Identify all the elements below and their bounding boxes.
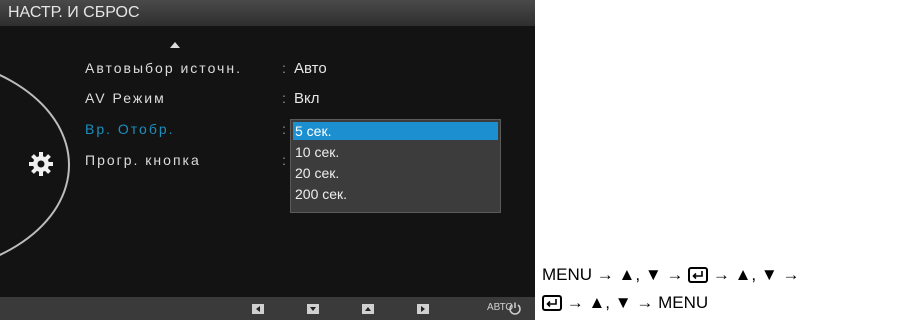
arrow-right-icon: → bbox=[782, 264, 800, 284]
menu-item-custom-key[interactable]: Прогр. кнопка bbox=[85, 152, 201, 168]
left-button-icon[interactable] bbox=[252, 304, 264, 314]
arrow-right-icon: → bbox=[596, 264, 614, 284]
dropdown-option[interactable]: 5 сек. bbox=[293, 122, 498, 140]
comma-separator: , bbox=[635, 264, 641, 284]
osd-menu: НАСТР. И СБРОС Автовыбор источн. : Авто … bbox=[0, 0, 535, 320]
gear-icon bbox=[29, 152, 53, 176]
instruction-line-2: → ▲, ▼ → MENU bbox=[542, 292, 708, 313]
arrow-right-icon: → bbox=[636, 292, 654, 312]
menu-title: НАСТР. И СБРОС bbox=[0, 0, 535, 26]
down-button-icon[interactable] bbox=[307, 304, 319, 314]
dropdown-option[interactable]: 20 сек. bbox=[295, 164, 339, 182]
down-triangle-icon: ▼ bbox=[644, 264, 662, 284]
down-triangle-icon: ▼ bbox=[614, 292, 632, 312]
comma-separator: , bbox=[605, 292, 611, 312]
av-mode-value: Вкл bbox=[294, 90, 320, 107]
separator-colon: : bbox=[282, 152, 286, 168]
scroll-up-icon[interactable] bbox=[170, 42, 180, 48]
menu-key-label: MENU bbox=[658, 292, 709, 312]
down-triangle-icon: ▼ bbox=[760, 264, 778, 284]
arrow-right-icon: → bbox=[712, 264, 730, 284]
menu-item-auto-source[interactable]: Автовыбор источн. bbox=[85, 60, 242, 76]
bottom-button-bar: АВТО bbox=[0, 297, 535, 320]
arrow-right-icon: → bbox=[566, 292, 584, 312]
separator-colon: : bbox=[282, 121, 286, 137]
auto-source-value: Авто bbox=[294, 60, 327, 77]
dropdown-option[interactable]: 10 сек. bbox=[295, 143, 339, 161]
instruction-line-1: MENU → ▲, ▼ → → ▲, ▼ → bbox=[542, 264, 799, 285]
up-triangle-icon: ▲ bbox=[734, 264, 752, 284]
menu-key-label: MENU bbox=[542, 264, 593, 284]
right-button-icon[interactable] bbox=[417, 304, 429, 314]
comma-separator: , bbox=[751, 264, 757, 284]
dropdown-option[interactable]: 200 сек. bbox=[295, 185, 347, 203]
menu-item-av-mode[interactable]: AV Режим bbox=[85, 90, 166, 106]
menu-item-display-time[interactable]: Вр. Отобр. bbox=[85, 121, 175, 137]
up-button-icon[interactable] bbox=[362, 304, 374, 314]
arrow-right-icon: → bbox=[666, 264, 684, 284]
power-icon[interactable] bbox=[508, 301, 522, 315]
display-time-dropdown[interactable]: 5 сек. 10 сек. 20 сек. 200 сек. bbox=[290, 119, 501, 213]
up-triangle-icon: ▲ bbox=[618, 264, 636, 284]
up-triangle-icon: ▲ bbox=[588, 292, 606, 312]
enter-key-icon bbox=[542, 294, 562, 311]
enter-key-icon bbox=[688, 266, 709, 283]
separator-colon: : bbox=[282, 60, 286, 76]
separator-colon: : bbox=[282, 90, 286, 106]
